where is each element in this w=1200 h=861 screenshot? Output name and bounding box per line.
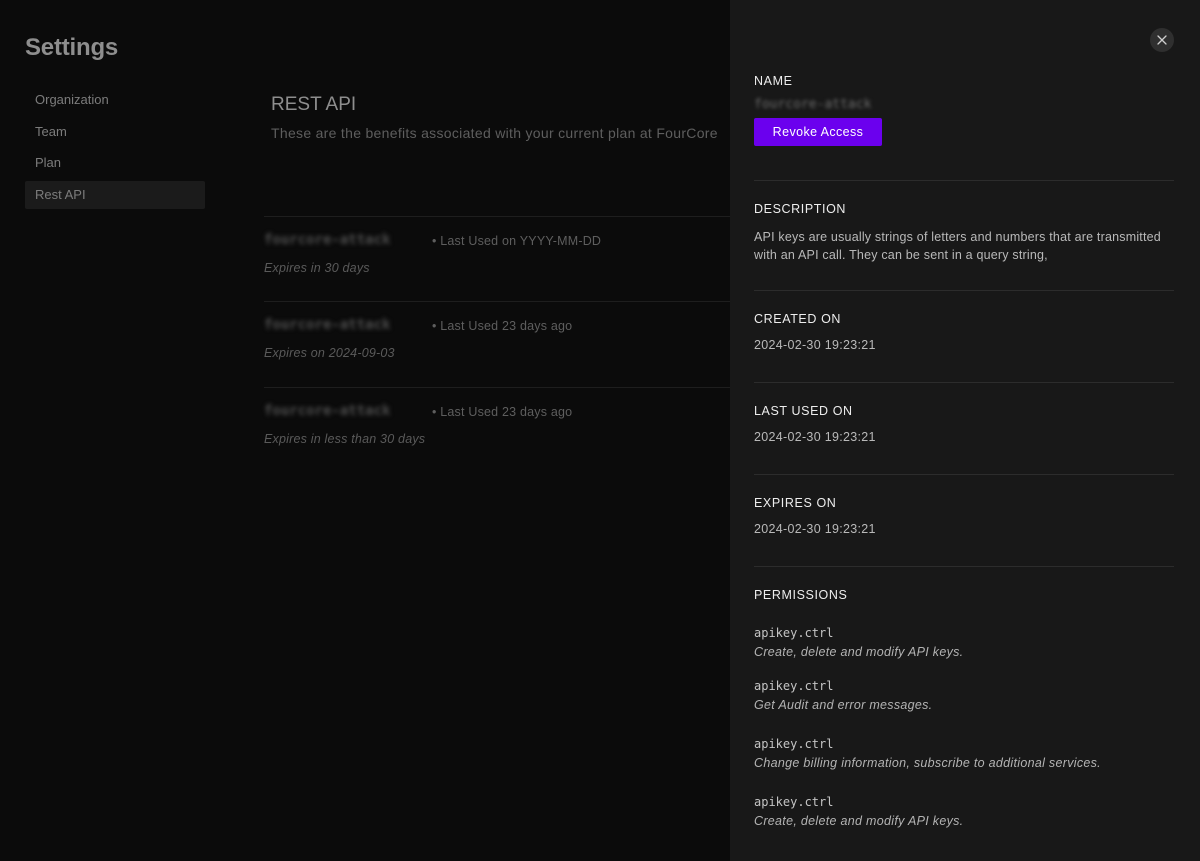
api-key-expiry: Expires on 2024-09-03	[264, 346, 395, 360]
description-label: DESCRIPTION	[754, 202, 847, 216]
created-section: CREATED ON 2024-02-30 19:23:21	[754, 312, 1174, 352]
expires-value: 2024-02-30 19:23:21	[754, 522, 876, 536]
api-key-last-used: • Last Used on YYYY-MM-DD	[432, 234, 602, 248]
permission-key: apikey.ctrl	[754, 795, 834, 809]
close-drawer-button[interactable]	[1150, 28, 1174, 52]
description-text: API keys are usually strings of letters …	[754, 230, 1161, 262]
sidebar-item-plan[interactable]: Plan	[25, 149, 205, 177]
divider	[754, 566, 1174, 567]
name-section: NAME fourcore-attack Revoke Access	[754, 74, 1174, 146]
divider	[754, 180, 1174, 181]
permission-description: Create, delete and modify API keys.	[754, 645, 964, 659]
close-icon	[1157, 35, 1167, 45]
permission-item: apikey.ctrl Create, delete and modify AP…	[754, 795, 1174, 828]
sidebar-item-organization[interactable]: Organization	[25, 86, 205, 114]
settings-sidebar: Organization Team Plan Rest API	[25, 86, 205, 213]
api-key-last-used: • Last Used 23 days ago	[432, 319, 573, 333]
permission-key: apikey.ctrl	[754, 737, 834, 751]
sidebar-item-rest-api[interactable]: Rest API	[25, 181, 205, 210]
key-name-value: fourcore-attack	[754, 97, 872, 112]
created-label: CREATED ON	[754, 312, 842, 326]
divider	[754, 474, 1174, 475]
revoke-access-button[interactable]: Revoke Access	[754, 118, 882, 146]
permission-item: apikey.ctrl Get Audit and error messages…	[754, 679, 1174, 712]
permission-item: apikey.ctrl Change billing information, …	[754, 737, 1174, 770]
expires-section: EXPIRES ON 2024-02-30 19:23:21	[754, 496, 1174, 536]
api-key-last-used: • Last Used 23 days ago	[432, 405, 573, 419]
divider	[754, 290, 1174, 291]
last-used-value: 2024-02-30 19:23:21	[754, 430, 876, 444]
permission-description: Change billing information, subscribe to…	[754, 756, 1101, 770]
api-key-name: fourcore-attack	[264, 232, 391, 248]
api-key-expiry: Expires in 30 days	[264, 261, 370, 275]
expires-label: EXPIRES ON	[754, 496, 837, 510]
last-used-label: LAST USED ON	[754, 404, 853, 418]
api-key-details-drawer: NAME fourcore-attack Revoke Access DESCR…	[730, 0, 1200, 861]
name-label: NAME	[754, 74, 793, 88]
permission-description: Get Audit and error messages.	[754, 698, 933, 712]
api-key-name: fourcore-attack	[264, 403, 391, 419]
permissions-section: PERMISSIONS	[754, 588, 1174, 602]
permission-item: apikey.ctrl Create, delete and modify AP…	[754, 626, 1174, 659]
last-used-section: LAST USED ON 2024-02-30 19:23:21	[754, 404, 1174, 444]
section-subtitle: These are the benefits associated with y…	[271, 125, 718, 141]
api-key-row[interactable]: fourcore-attack • Last Used 23 days ago …	[264, 301, 730, 387]
permission-description: Create, delete and modify API keys.	[754, 814, 964, 828]
permission-key: apikey.ctrl	[754, 626, 834, 640]
permission-key: apikey.ctrl	[754, 679, 834, 693]
divider	[754, 382, 1174, 383]
page-title: Settings	[25, 34, 119, 61]
sidebar-item-team[interactable]: Team	[25, 118, 205, 146]
app-window: Settings Organization Team Plan Rest API…	[0, 0, 1200, 861]
api-key-row[interactable]: fourcore-attack • Last Used 23 days ago …	[264, 387, 730, 468]
description-section: DESCRIPTION API keys are usually strings…	[754, 202, 1174, 264]
section-title: REST API	[271, 94, 357, 115]
api-key-expiry: Expires in less than 30 days	[264, 432, 426, 446]
api-key-name: fourcore-attack	[264, 317, 391, 333]
api-keys-list: fourcore-attack • Last Used on YYYY-MM-D…	[264, 216, 730, 468]
permissions-label: PERMISSIONS	[754, 588, 848, 602]
created-value: 2024-02-30 19:23:21	[754, 338, 876, 352]
api-key-row[interactable]: fourcore-attack • Last Used on YYYY-MM-D…	[264, 216, 730, 301]
